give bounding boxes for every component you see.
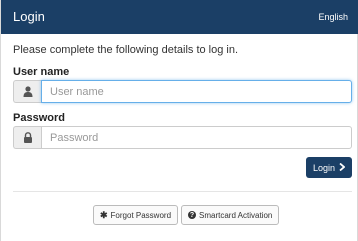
- username-field-group: [13, 80, 352, 103]
- smartcard-activation-label: Smartcard Activation: [199, 210, 273, 220]
- language-selector[interactable]: English: [318, 12, 348, 22]
- password-input[interactable]: [41, 126, 352, 149]
- panel-title: Login: [13, 9, 45, 24]
- intro-text: Please complete the following details to…: [13, 44, 239, 56]
- user-icon: [13, 80, 41, 103]
- lock-icon: [13, 126, 41, 149]
- username-label: User name: [13, 66, 70, 78]
- login-button[interactable]: Login: [306, 157, 352, 178]
- username-input[interactable]: [41, 80, 352, 103]
- question-circle-icon: ?: [188, 211, 196, 219]
- section-divider: [13, 191, 352, 192]
- forgot-password-label: Forgot Password: [110, 210, 172, 220]
- asterisk-icon: ✱: [100, 209, 108, 220]
- login-button-label: Login: [312, 162, 336, 173]
- smartcard-activation-button[interactable]: ? Smartcard Activation: [181, 205, 280, 225]
- password-label: Password: [13, 112, 65, 124]
- panel-header: Login English: [1, 0, 358, 34]
- password-field-group: [13, 126, 352, 149]
- chevron-right-icon: [339, 162, 346, 173]
- forgot-password-button[interactable]: ✱ Forgot Password: [93, 205, 179, 225]
- login-panel: Login English Please complete the follow…: [0, 0, 358, 241]
